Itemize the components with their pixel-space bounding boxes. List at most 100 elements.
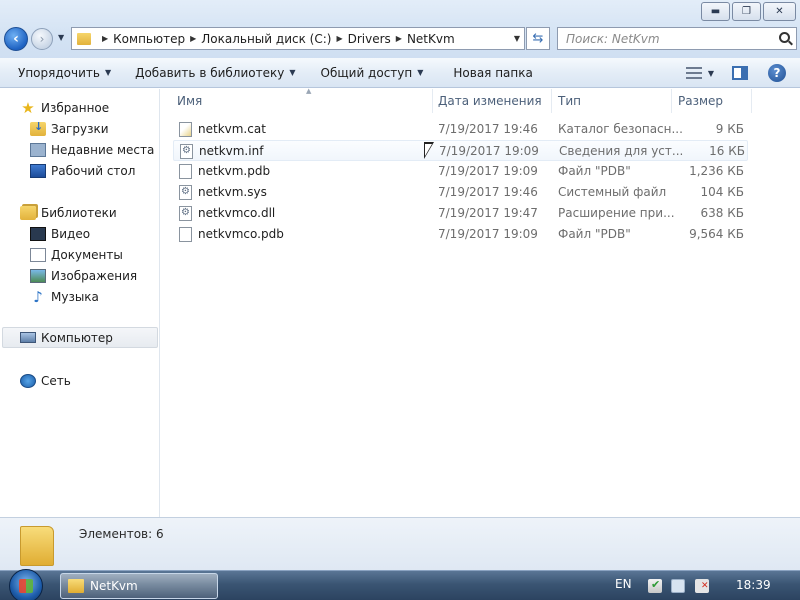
file-date: 7/19/2017 19:09 (439, 144, 539, 158)
column-header-name[interactable]: Имя ▲ (171, 87, 433, 113)
organize-button[interactable]: Упорядочить ▼ (10, 58, 119, 88)
file-date: 7/19/2017 19:09 (438, 227, 538, 241)
sidebar-item-label: Изображения (51, 268, 138, 283)
item-count: Элементов: 6 (79, 527, 164, 541)
address-history-dropdown[interactable]: ▼ (514, 34, 520, 43)
share-button[interactable]: Общий доступ ▼ (313, 58, 432, 88)
sidebar-item-label: Видео (51, 226, 91, 241)
column-header-size[interactable]: Размер (672, 89, 752, 113)
breadcrumb-computer[interactable]: Компьютер (113, 32, 185, 46)
column-header-label: Имя (177, 94, 203, 108)
organize-label: Упорядочить (18, 65, 100, 80)
file-name: netkvm.sys (198, 185, 267, 199)
sidebar-item-label: Недавние места (51, 142, 155, 157)
maximize-button[interactable]: ❐ (732, 2, 761, 21)
address-bar[interactable]: ▶ Компьютер ▶ Локальный диск (C:) ▶ Driv… (71, 27, 525, 50)
file-size: 9 КБ (715, 122, 744, 136)
recent-places-icon (30, 142, 46, 157)
volume-muted-icon[interactable] (695, 579, 709, 593)
chevron-right-icon[interactable]: ▶ (190, 34, 196, 43)
table-row[interactable]: netkvmco.pdb 7/19/2017 19:09 Файл "PDB" … (173, 224, 748, 245)
forward-button[interactable]: › (31, 28, 53, 50)
clock[interactable]: 18:39 (736, 578, 771, 592)
language-indicator[interactable]: EN (615, 577, 632, 591)
back-button[interactable]: ‹ (4, 27, 28, 51)
chevron-down-icon[interactable]: ▼ (708, 69, 714, 78)
column-header-label: Размер (678, 94, 724, 108)
star-icon: ★ (21, 98, 35, 117)
file-size: 638 КБ (700, 206, 744, 220)
breadcrumb-netkvm[interactable]: NetKvm (407, 32, 455, 46)
table-row[interactable]: netkvm.inf 7/19/2017 19:09 Сведения для … (173, 140, 748, 161)
file-size: 9,564 КБ (689, 227, 744, 241)
navigation-pane: ★ Избранное Загрузки Недавние места Рабоч… (0, 89, 160, 517)
file-date: 7/19/2017 19:09 (438, 164, 538, 178)
minimize-button[interactable]: ▬ (701, 2, 730, 21)
column-header-label: Тип (558, 94, 581, 108)
add-to-library-label: Добавить в библиотеку (135, 65, 285, 80)
network-status-icon[interactable] (671, 579, 685, 593)
search-input[interactable]: Поиск: NetKvm (557, 27, 797, 50)
refresh-icon: ⇆ (532, 31, 544, 46)
table-row[interactable]: netkvm.sys 7/19/2017 19:46 Системный фай… (173, 182, 748, 203)
sidebar-item-libraries[interactable]: Библиотеки (20, 202, 178, 223)
generic-file-icon (179, 164, 192, 179)
add-to-library-button[interactable]: Добавить в библиотеку ▼ (127, 58, 303, 88)
new-folder-label: Новая папка (453, 65, 533, 80)
window-titlebar: ▬ ❐ ✕ ‹ › ▼ ▶ Компьютер ▶ Локальный диск… (0, 0, 800, 58)
chevron-right-icon[interactable]: ▶ (336, 34, 342, 43)
taskbar-window-button[interactable]: NetKvm (60, 573, 218, 599)
sidebar-item-label: Компьютер (41, 330, 113, 345)
taskbar-window-title: NetKvm (90, 579, 138, 593)
new-folder-button[interactable]: Новая папка (445, 58, 540, 88)
file-type: Расширение при... (558, 206, 675, 220)
table-row[interactable]: netkvm.pdb 7/19/2017 19:09 Файл "PDB" 1,… (173, 161, 748, 182)
column-header-type[interactable]: Тип (552, 89, 672, 113)
action-center-icon[interactable] (648, 578, 662, 593)
desktop-icon (30, 163, 46, 178)
video-library-icon (30, 226, 46, 241)
breadcrumb-drivers[interactable]: Drivers (348, 32, 391, 46)
preview-pane-icon[interactable] (732, 66, 748, 80)
mouse-cursor-icon (424, 142, 434, 159)
views-icon[interactable] (685, 67, 702, 79)
file-size: 16 КБ (709, 144, 745, 158)
folder-icon (77, 32, 91, 45)
file-type: Сведения для уст... (559, 144, 684, 158)
folder-icon (20, 526, 54, 566)
breadcrumb-local-disk[interactable]: Локальный диск (C:) (201, 32, 331, 46)
sidebar-item-computer[interactable]: Компьютер (2, 327, 158, 348)
close-button[interactable]: ✕ (763, 2, 796, 21)
recent-pages-dropdown[interactable]: ▼ (58, 33, 64, 42)
search-icon[interactable] (779, 32, 790, 43)
close-icon: ✕ (775, 6, 784, 17)
column-header-label: Дата изменения (438, 94, 542, 108)
chevron-down-icon: ▼ (417, 68, 424, 77)
images-library-icon (30, 268, 46, 283)
chevron-right-icon[interactable]: ▶ (102, 34, 108, 43)
catalog-file-icon (179, 122, 192, 137)
table-row[interactable]: netkvm.cat 7/19/2017 19:46 Каталог безоп… (173, 119, 748, 140)
sidebar-item-label: Загрузки (51, 121, 109, 136)
sidebar-item-favorites[interactable]: ★ Избранное (20, 97, 178, 118)
sidebar-item-label: Сеть (41, 373, 71, 388)
start-button[interactable] (9, 569, 43, 600)
file-type: Файл "PDB" (558, 164, 631, 178)
refresh-button[interactable]: ⇆ (526, 27, 550, 50)
help-icon[interactable]: ? (768, 64, 786, 82)
sidebar-item-network[interactable]: Сеть (20, 370, 178, 391)
libraries-icon (20, 205, 36, 220)
chevron-right-icon[interactable]: ▶ (396, 34, 402, 43)
file-type: Каталог безопасн... (558, 122, 683, 136)
sidebar-item-label: Избранное (41, 100, 110, 115)
system-file-icon (179, 185, 192, 200)
music-note-icon: ♪ (33, 287, 43, 306)
generic-file-icon (179, 227, 192, 242)
file-type: Файл "PDB" (558, 227, 631, 241)
command-bar: Упорядочить ▼ Добавить в библиотеку ▼ Общи… (0, 58, 800, 88)
column-header-date[interactable]: Дата изменения (432, 89, 552, 113)
file-type: Системный файл (558, 185, 667, 199)
file-date: 7/19/2017 19:46 (438, 185, 538, 199)
table-row[interactable]: netkvmco.dll 7/19/2017 19:47 Расширение … (173, 203, 748, 224)
file-name: netkvmco.dll (198, 206, 276, 220)
